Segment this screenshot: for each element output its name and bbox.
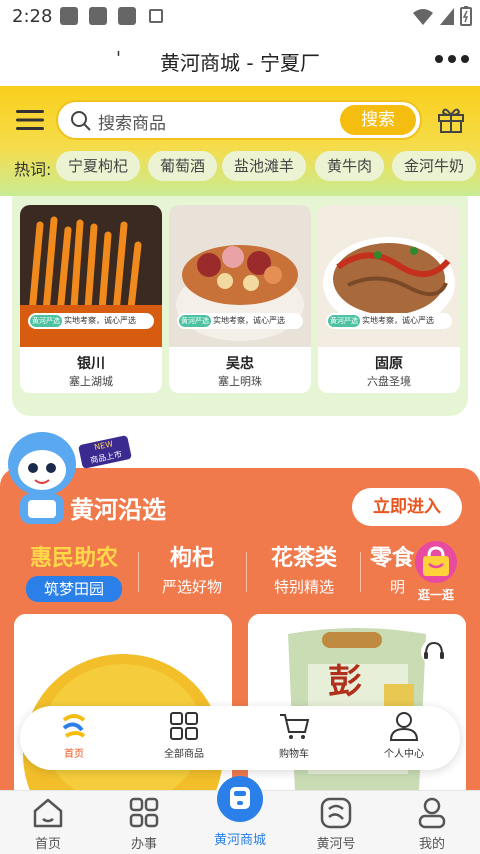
category-tab[interactable]: 花茶类 特别精选 [256,540,352,597]
badge-text: 实地考察，诚心严选 [213,316,285,325]
mall-icon [217,776,263,822]
browse-float-button[interactable]: 逛一逛 [408,540,464,606]
product-label: 彭 [328,662,362,702]
enter-button[interactable]: 立即进入 [352,488,462,526]
region-badge: 黄河严选 实地考察，诚心严选 [326,313,452,329]
user-icon [389,712,419,741]
mini-nav-label: 全部商品 [164,749,204,760]
tab-mine[interactable]: 我的 [392,797,472,852]
badge-brand: 黄河严选 [328,315,360,327]
mini-nav-label: 购物车 [279,749,309,760]
hot-tag[interactable]: 宁夏枸杞 [56,151,141,181]
apps-icon [129,797,159,828]
customer-service-icon[interactable] [420,638,448,666]
category-title: 花茶类 [270,546,337,571]
user-icon [418,797,446,829]
title-bar: ' 黄河商城 - 宁夏厂 [0,34,480,86]
browse-label: 逛一逛 [417,588,454,602]
signal-icon [440,8,454,25]
shopping-bag-icon [415,541,457,583]
region-subtitle: 塞上明珠 [218,375,262,388]
tab-services[interactable]: 办事 [104,797,184,852]
search-icon [71,111,91,131]
category-title: 惠民助农 [29,546,118,571]
gift-icon[interactable] [436,104,466,134]
status-bar: 2:28 [0,0,480,34]
region-card-guyuan[interactable]: 黄河严选 实地考察，诚心严选 固原 六盘圣境 [318,205,460,393]
mini-nav-profile[interactable]: 个人中心 [364,710,444,760]
battery-icon [460,6,472,26]
region-badge: 黄河严选 实地考察，诚心严选 [28,313,154,329]
home-logo-icon [62,714,86,738]
tab-label: 黄河号 [316,837,356,852]
notification-icon [118,7,136,25]
hot-tag[interactable]: 金河牛奶 [392,151,477,181]
category-desc: 特别精选 [273,578,334,596]
category-desc: 严选好物 [161,578,222,596]
mini-nav-label: 个人中心 [384,749,424,760]
badge-text: 实地考察，诚心严选 [64,316,136,325]
region-badge: 黄河严选 实地考察，诚心严选 [177,313,303,329]
search-bar[interactable]: 搜索商品 搜索 [56,100,422,140]
hot-tag[interactable]: 黄牛肉 [315,151,385,181]
grid-icon [170,712,198,740]
new-badge: NEW 商品上市 [78,435,132,469]
keyboard-icon [149,9,163,23]
mascot-image [8,432,76,524]
tab-mall-active[interactable]: 黄河商城 [200,775,280,848]
region-subtitle: 六盘圣境 [367,375,411,388]
page-title: 黄河商城 - 宁夏厂 [160,51,320,75]
notification-icon [89,7,107,25]
search-button[interactable]: 搜索 [340,105,416,135]
more-icon[interactable] [434,54,470,64]
region-subtitle: 塞上湖城 [69,375,113,388]
tab-home[interactable]: 首页 [8,797,88,852]
region-name: 吴忠 [226,356,254,372]
category-desc: 筑梦田园 [26,576,122,602]
region-card-yinchuan[interactable]: 黄河严选 实地考察，诚心严选 银川 塞上湖城 [20,205,162,393]
category-divider [360,552,361,592]
region-name: 银川 [77,356,105,372]
region-card-wuzhong[interactable]: 黄河严选 实地考察，诚心严选 吴忠 塞上明珠 [169,205,311,393]
search-header: 搜索商品 搜索 热词: 宁夏枸杞 葡萄酒 盐池滩羊 黄牛肉 金河牛奶 [0,86,480,196]
category-tab[interactable]: 枸杞 严选好物 [146,540,238,597]
promo-title: 黄河沿选 [70,496,166,524]
hot-tag[interactable]: 葡萄酒 [148,151,218,181]
region-name: 固原 [375,356,403,372]
tab-yellow-river[interactable]: 黄河号 [296,797,376,852]
notification-icon [60,7,78,25]
tab-label: 办事 [130,837,157,852]
badge-brand: 黄河严选 [179,315,211,327]
mini-nav-cart[interactable]: 购物车 [254,710,334,760]
mini-nav-label: 首页 [64,749,84,760]
category-tab-active[interactable]: 惠民助农 筑梦田园 [18,540,130,602]
wifi-icon [413,9,433,25]
tab-label: 首页 [34,837,61,852]
channel-icon [320,797,352,829]
mini-nav-all-products[interactable]: 全部商品 [144,710,224,760]
cart-icon [280,714,310,739]
mini-nav-home[interactable]: 首页 [34,710,114,760]
status-time: 2:28 [12,6,53,27]
tab-label: 我的 [418,837,445,852]
mall-nav-bar: 首页 全部商品 购物车 个人中心 [20,706,460,770]
category-divider [246,552,247,592]
category-divider [138,552,139,592]
menu-icon[interactable] [16,108,44,132]
tab-label: 黄河商城 [213,833,266,848]
bottom-tab-bar: 首页 办事 黄河商城 黄河号 我的 [0,776,480,854]
home-icon [33,798,63,828]
badge-brand: 黄河严选 [30,315,62,327]
search-input[interactable]: 搜索商品 [98,109,166,134]
hot-tag[interactable]: 盐池滩羊 [222,151,307,181]
category-title: 枸杞 [169,546,214,571]
hot-words-label: 热词: [14,160,52,179]
badge-text: 实地考察，诚心严选 [362,316,434,325]
